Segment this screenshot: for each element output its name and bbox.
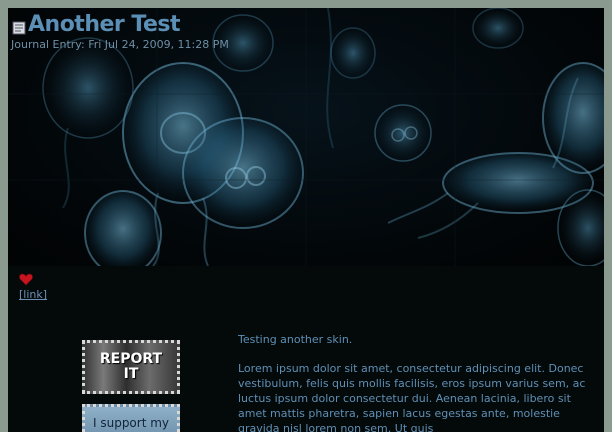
journal-entry: Another Test Journal Entry: Fri Jul 24, …: [8, 8, 604, 432]
header-banner-image: Another Test Journal Entry: Fri Jul 24, …: [8, 8, 604, 266]
permalink[interactable]: [link]: [19, 288, 47, 301]
entry-paragraph: Lorem ipsum dolor sit amet, consectetur …: [238, 362, 586, 432]
jellyfish-bell: [84, 190, 162, 266]
report-it-button[interactable]: REPORT IT: [82, 340, 180, 394]
entry-intro: Testing another skin.: [238, 333, 353, 346]
journal-icon: [12, 21, 26, 35]
jellyfish-bell: [472, 8, 524, 49]
support-badge[interactable]: I support my: [82, 404, 180, 432]
jellyfish-bell: [42, 37, 134, 139]
page-title: Another Test: [28, 12, 181, 37]
entry-title-row: Another Test: [12, 12, 181, 38]
report-label: REPORT IT: [99, 351, 163, 382]
support-label: I support my: [92, 416, 170, 430]
jellyfish-bell: [330, 27, 376, 79]
jellyfish-bell: [182, 117, 304, 229]
entry-timestamp: Journal Entry: Fri Jul 24, 2009, 11:28 P…: [11, 38, 229, 51]
entry-body: Testing another skin. Lorem ipsum dolor …: [238, 332, 598, 432]
page-frame: Another Test Journal Entry: Fri Jul 24, …: [0, 0, 612, 432]
heart-icon[interactable]: [19, 273, 33, 286]
